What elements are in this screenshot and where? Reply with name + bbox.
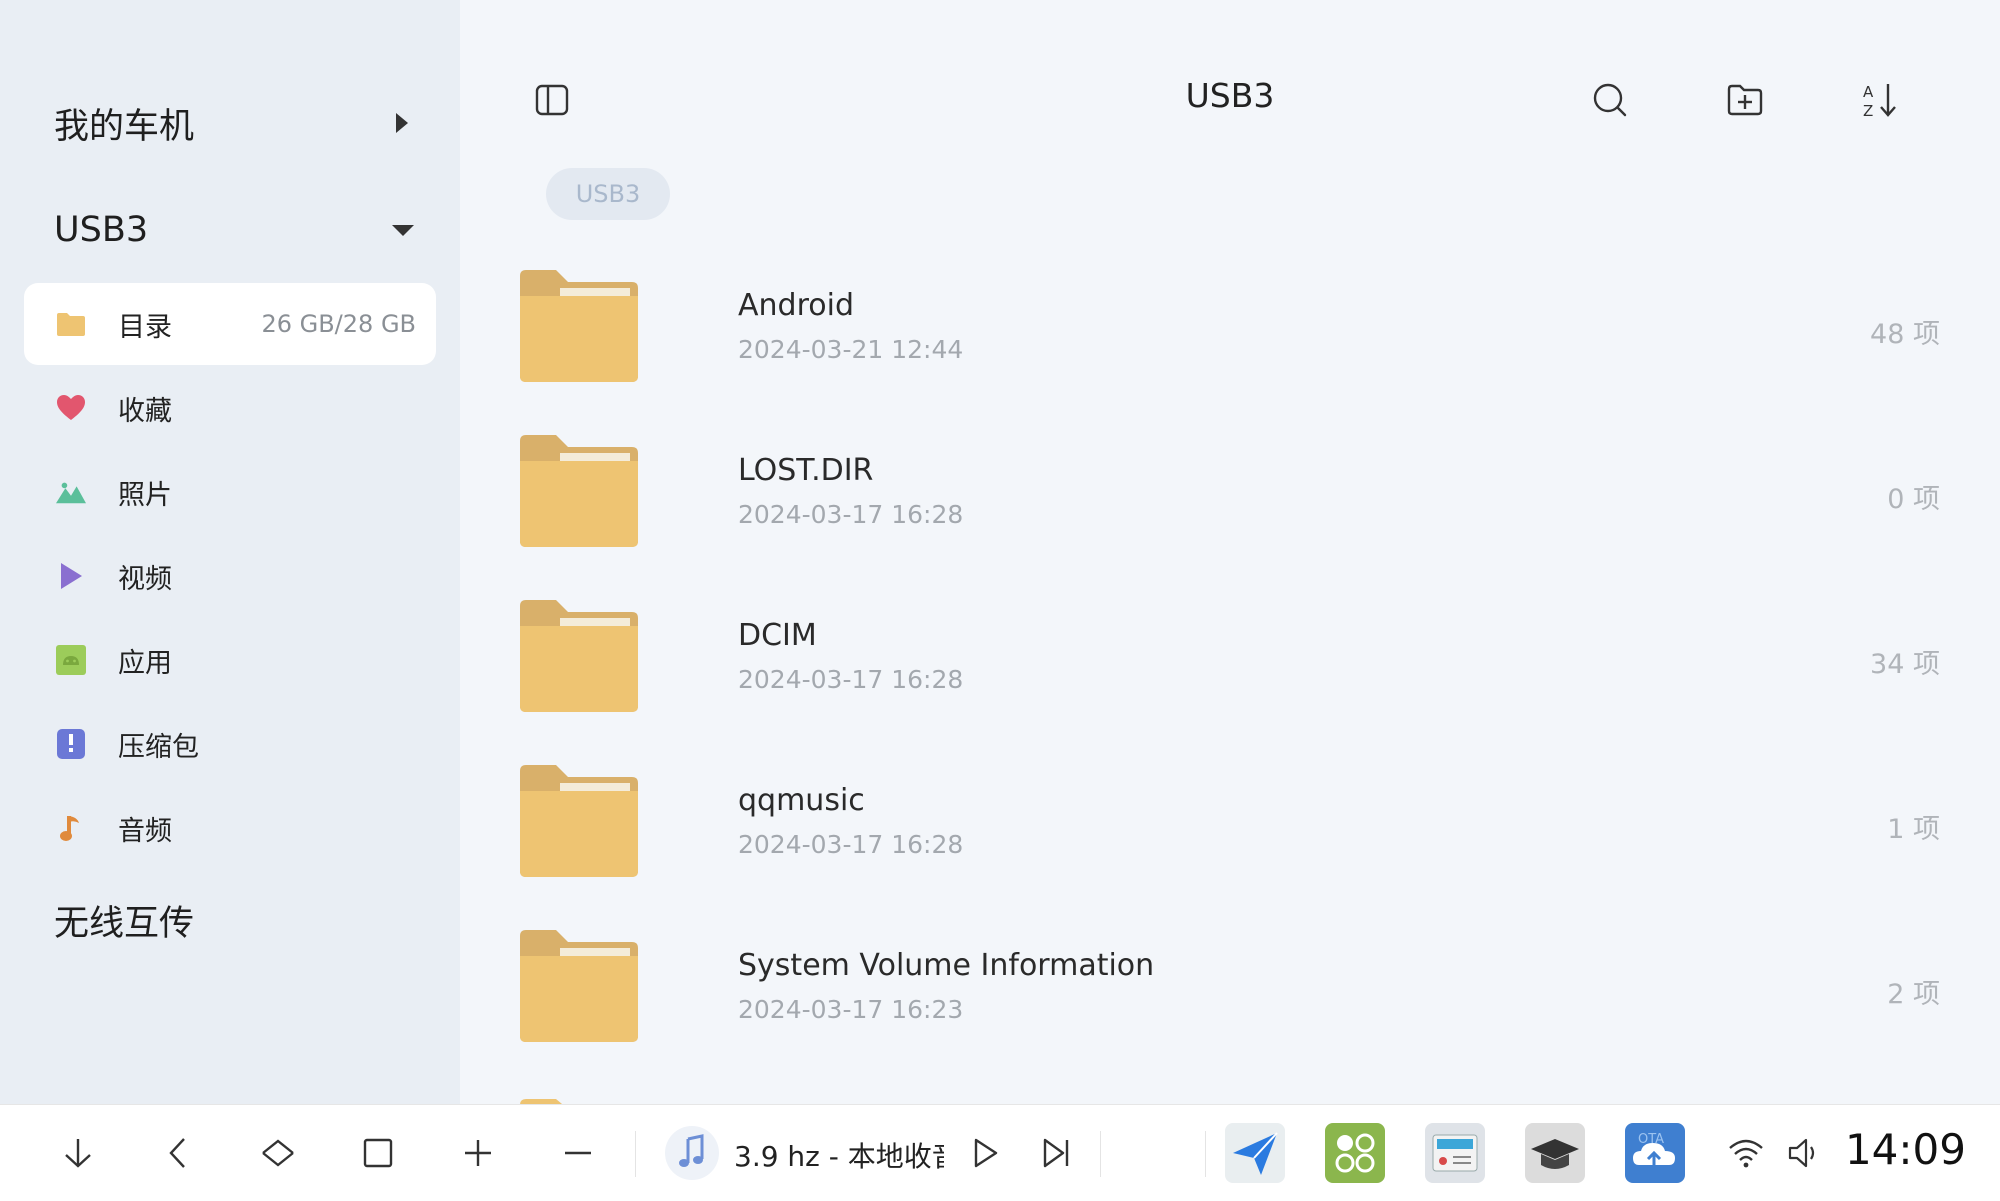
volume-down-icon[interactable] (554, 1129, 602, 1177)
clock: 14:09 (1844, 1125, 1966, 1174)
sidebar-item-apps[interactable]: 应用 (24, 619, 436, 701)
my-car-label: 我的车机 (54, 106, 195, 147)
ota-update-icon[interactable]: OTA (1625, 1123, 1685, 1183)
divider (1100, 1131, 1101, 1177)
file-row[interactable]: DCIM 2024-03-17 16:28 34 项 (520, 600, 1940, 730)
back-icon[interactable] (154, 1129, 202, 1177)
chevron-right-icon (396, 113, 408, 133)
sidebar-item-label: 目录 (118, 311, 172, 343)
usb-section[interactable]: USB3 (54, 200, 414, 260)
search-icon[interactable] (1590, 80, 1630, 120)
sidebar-item-photos[interactable]: 照片 (24, 451, 436, 533)
file-name: qqmusic (738, 783, 865, 818)
file-row[interactable]: qqmusic 2024-03-17 16:28 1 项 (520, 765, 1940, 895)
heart-icon (56, 393, 86, 423)
wifi-icon[interactable] (1722, 1129, 1770, 1177)
page-title: USB3 (1185, 76, 1275, 115)
new-folder-icon[interactable] (1725, 80, 1765, 120)
divider (1205, 1131, 1206, 1177)
file-name: Android (738, 288, 854, 323)
my-car-section[interactable]: 我的车机 (54, 93, 414, 153)
file-name: DCIM (738, 618, 817, 653)
folder-icon (520, 765, 638, 877)
sidebar-item-label: 视频 (118, 563, 172, 595)
music-note-icon (56, 813, 86, 843)
taskbar: 3.9 hz - 本地收音 OTA 14:09 (0, 1104, 2000, 1201)
file-row[interactable]: System Volume Information 2024-03-17 16:2… (520, 930, 1940, 1060)
sidebar-item-directory[interactable]: 目录 26 GB/28 GB (24, 283, 436, 365)
usb-label: USB3 (54, 210, 149, 250)
music-app-icon[interactable] (664, 1125, 720, 1181)
wireless-transfer[interactable]: 无线互传 (54, 895, 194, 946)
photo-icon (56, 477, 86, 507)
divider (635, 1131, 636, 1177)
folder-icon (520, 600, 638, 712)
sidebar-item-videos[interactable]: 视频 (24, 535, 436, 617)
file-date: 2024-03-17 16:23 (738, 995, 964, 1024)
file-row[interactable]: Android 2024-03-21 12:44 48 项 (520, 270, 1940, 400)
file-name: System Volume Information (738, 948, 1155, 983)
file-count: 0 项 (1887, 484, 1940, 515)
file-count: 48 项 (1870, 319, 1940, 350)
folder-icon (520, 1094, 638, 1104)
sidebar-item-label: 应用 (118, 647, 172, 679)
svg-text:A: A (1863, 83, 1874, 101)
archive-icon (56, 729, 86, 759)
file-count: 2 项 (1887, 979, 1940, 1010)
sidebar: 我的车机 USB3 目录 26 GB/28 GB 收藏 照片 视频 应用 压缩包… (0, 0, 460, 1104)
folder-icon (56, 309, 86, 339)
sidebar-item-audio[interactable]: 音频 (24, 787, 436, 869)
sidebar-item-archives[interactable]: 压缩包 (24, 703, 436, 785)
radio-app-icon[interactable] (1425, 1123, 1485, 1183)
folder-icon (520, 270, 638, 382)
folder-icon (520, 930, 638, 1042)
app-launcher-icon[interactable] (1325, 1123, 1385, 1183)
file-count: 34 项 (1870, 649, 1940, 680)
volume-up-icon[interactable] (454, 1129, 502, 1177)
play-icon[interactable] (960, 1129, 1008, 1177)
home-icon[interactable] (254, 1129, 302, 1177)
svg-text:Z: Z (1863, 102, 1873, 120)
speaker-icon[interactable] (1780, 1129, 1828, 1177)
education-app-icon[interactable] (1525, 1123, 1585, 1183)
recents-icon[interactable] (354, 1129, 402, 1177)
file-name: LOST.DIR (738, 453, 874, 488)
file-date: 2024-03-17 16:28 (738, 665, 964, 694)
chevron-down-icon (392, 224, 414, 236)
file-row[interactable]: LOST.DIR 2024-03-17 16:28 0 项 (520, 435, 1940, 565)
sidebar-item-label: 音频 (118, 815, 172, 847)
sidebar-item-label: 照片 (118, 479, 172, 511)
file-count: 1 项 (1887, 814, 1940, 845)
arrow-down-icon[interactable] (54, 1129, 102, 1177)
storage-usage: 26 GB/28 GB (261, 310, 416, 338)
android-icon (56, 645, 86, 675)
folder-icon (520, 435, 638, 547)
play-icon (56, 561, 86, 591)
sidebar-item-favorites[interactable]: 收藏 (24, 367, 436, 449)
main-panel: USB3 AZ USB3 Android 2024-03-21 12:44 48 项… (460, 0, 2000, 1104)
file-date: 2024-03-21 12:44 (738, 335, 964, 364)
sidebar-item-label: 收藏 (118, 395, 172, 427)
sidebar-item-label: 压缩包 (118, 731, 199, 763)
sort-icon[interactable]: AZ (1860, 80, 1900, 120)
file-date: 2024-03-17 16:28 (738, 830, 964, 859)
navigation-app-icon[interactable] (1225, 1123, 1285, 1183)
file-date: 2024-03-17 16:28 (738, 500, 964, 529)
skip-next-icon[interactable] (1032, 1129, 1080, 1177)
breadcrumb[interactable]: USB3 (546, 168, 670, 220)
now-playing-text[interactable]: 3.9 hz - 本地收音 (734, 1135, 944, 1175)
